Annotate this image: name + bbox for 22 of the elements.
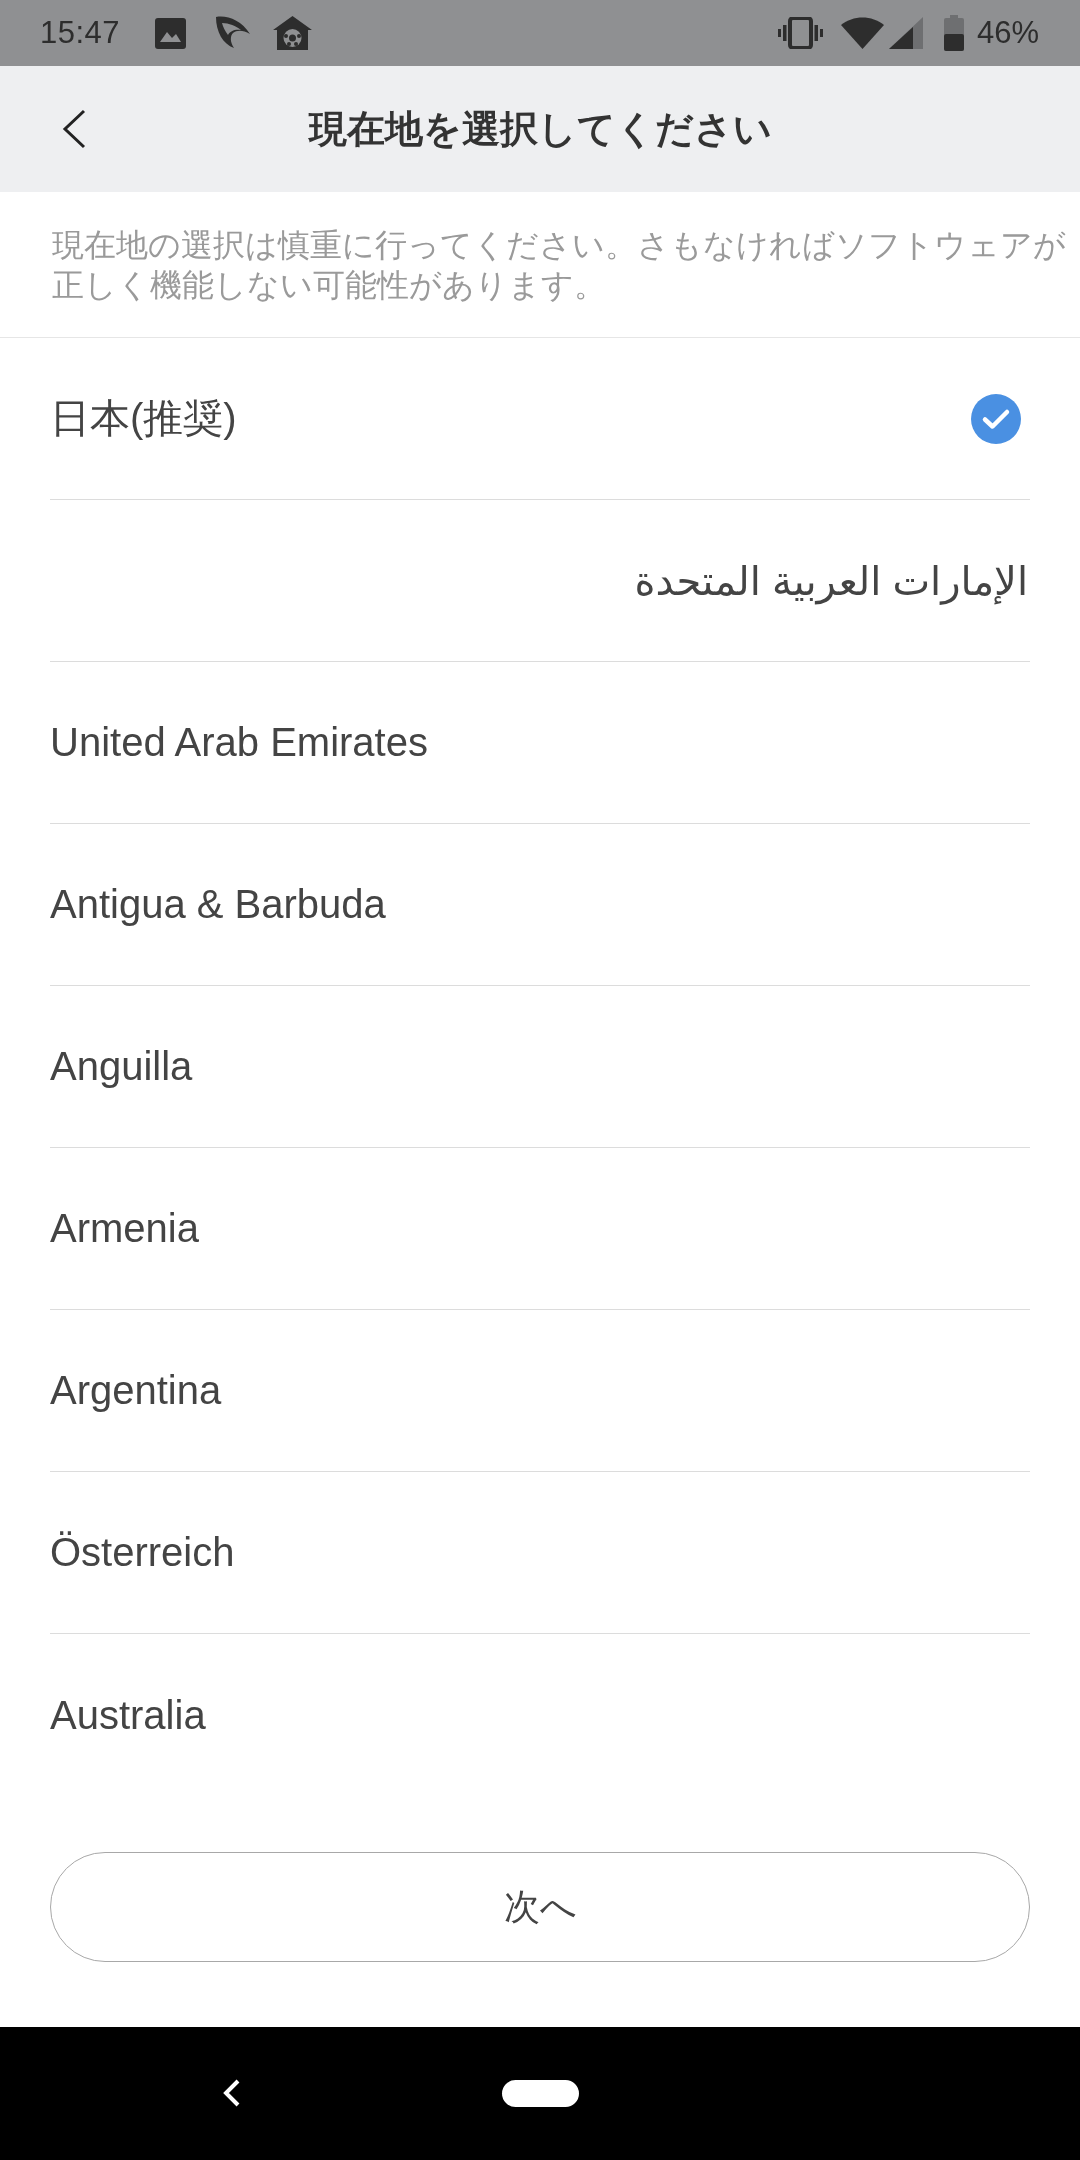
country-option[interactable]: Armenia — [50, 1148, 1030, 1310]
back-icon[interactable] — [62, 109, 86, 149]
wifi-icon — [840, 17, 884, 49]
country-option[interactable]: Australia — [50, 1634, 1030, 1796]
country-option[interactable]: 日本(推奨) — [50, 338, 1030, 500]
country-option[interactable]: Österreich — [50, 1472, 1030, 1634]
home-pill-icon[interactable] — [502, 2080, 579, 2107]
page-title: 現在地を選択してください — [308, 106, 772, 152]
country-option[interactable]: الإمارات العربية المتحدة — [50, 500, 1030, 662]
country-option[interactable]: Anguilla — [50, 986, 1030, 1148]
battery-icon — [943, 15, 964, 51]
house-icon — [272, 15, 314, 51]
signal-icon — [888, 17, 923, 49]
status-time: 15:47 — [40, 15, 121, 51]
battery-percent: 46% — [976, 15, 1039, 51]
country-option[interactable]: United Arab Emirates — [50, 662, 1030, 824]
country-option[interactable]: Argentina — [50, 1310, 1030, 1472]
vibrate-icon — [777, 17, 823, 49]
image-icon — [155, 17, 187, 49]
notice-text: 現在地の選択は慎重に行ってください。さもなければソフトウェアが正しく機能しない可能性があります。 — [52, 225, 1067, 305]
next-button[interactable]: 次へ — [50, 1852, 1030, 1962]
country-option[interactable]: Antigua & Barbuda — [50, 824, 1030, 986]
